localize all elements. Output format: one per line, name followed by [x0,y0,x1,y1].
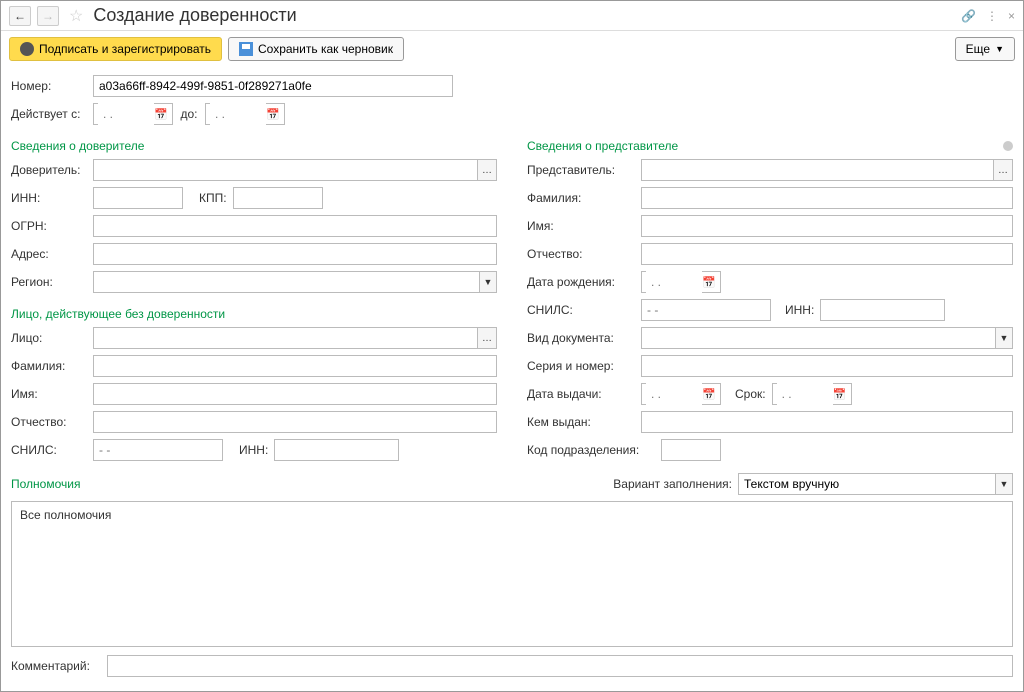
inn-input[interactable] [93,187,183,209]
valid-to-date[interactable]: 📅 [205,103,285,125]
chevron-down-icon: ▼ [995,44,1004,54]
rep-firstname-label: Имя: [527,219,635,233]
region-input[interactable] [93,271,479,293]
calendar-icon[interactable]: 📅 [702,388,716,401]
valid-from-date[interactable]: 📅 [93,103,173,125]
representative-section-header: Сведения о представителе [527,131,1013,159]
close-icon[interactable]: × [1008,9,1015,23]
issued-by-label: Кем выдан: [527,415,635,429]
snils-input[interactable] [93,439,223,461]
toolbar: Подписать и зарегистрировать Сохранить к… [1,31,1023,67]
person-lookup-button[interactable]: … [477,327,497,349]
doctype-input[interactable] [641,327,995,349]
firstname-label: Имя: [11,387,87,401]
more-button[interactable]: Еще ▼ [955,37,1015,61]
calendar-icon[interactable]: 📅 [154,108,168,121]
term-input[interactable]: 📅 [772,383,852,405]
sign-register-button[interactable]: Подписать и зарегистрировать [9,37,222,61]
principal-section-header: Сведения о доверителе [11,131,497,159]
fill-variant-label: Вариант заполнения: [613,477,732,491]
person-input[interactable] [93,327,477,349]
rep-label: Представитель: [527,163,635,177]
menu-icon[interactable]: ⋮ [986,9,998,23]
inn2-label: ИНН: [239,443,268,457]
valid-from-label: Действует с: [11,107,87,121]
rep-inn-input[interactable] [820,299,945,321]
address-input[interactable] [93,243,497,265]
series-num-label: Серия и номер: [527,359,635,373]
calendar-icon[interactable]: 📅 [702,276,716,289]
rep-inn-label: ИНН: [785,303,814,317]
back-button[interactable]: ← [9,6,31,26]
snils-label: СНИЛС: [11,443,87,457]
region-dropdown-button[interactable]: ▼ [479,271,497,293]
term-label: Срок: [735,387,766,401]
rep-snils-input[interactable] [641,299,771,321]
titlebar: ← → ☆ Создание доверенности 🔗 ⋮ × [1,1,1023,31]
rep-snils-label: СНИЛС: [527,303,635,317]
to-label: до: [179,107,199,121]
region-label: Регион: [11,275,87,289]
middlename-input[interactable] [93,411,497,433]
inn2-input[interactable] [274,439,399,461]
link-icon[interactable]: 🔗 [961,9,976,23]
lastname-label: Фамилия: [11,359,87,373]
middlename-label: Отчество: [11,415,87,429]
doctype-dropdown-button[interactable]: ▼ [995,327,1013,349]
number-label: Номер: [11,79,87,93]
birthdate-input[interactable]: 📅 [641,271,721,293]
kpp-input[interactable] [233,187,323,209]
person-label: Лицо: [11,331,87,345]
ogrn-input[interactable] [93,215,497,237]
issue-date-label: Дата выдачи: [527,387,635,401]
rep-lookup-button[interactable]: … [993,159,1013,181]
principal-input[interactable] [93,159,477,181]
comment-label: Комментарий: [11,659,101,673]
calendar-icon[interactable]: 📅 [833,388,847,401]
powers-textarea[interactable]: Все полномочия [11,501,1013,647]
dept-code-label: Код подразделения: [527,443,655,457]
dept-code-input[interactable] [661,439,721,461]
address-label: Адрес: [11,247,87,261]
forward-button[interactable]: → [37,6,59,26]
doctype-label: Вид документа: [527,331,635,345]
principal-label: Доверитель: [11,163,87,177]
fill-variant-dropdown-button[interactable]: ▼ [995,473,1013,495]
page-title: Создание доверенности [93,5,955,26]
issued-by-input[interactable] [641,411,1013,433]
birthdate-label: Дата рождения: [527,275,635,289]
stamp-icon [20,42,34,56]
principal-lookup-button[interactable]: … [477,159,497,181]
fill-variant-input[interactable] [738,473,995,495]
rep-firstname-input[interactable] [641,215,1013,237]
status-dot-icon [1003,141,1013,151]
powers-section-header: Полномочия [11,477,80,491]
star-icon[interactable]: ☆ [69,6,83,26]
rep-middlename-input[interactable] [641,243,1013,265]
inn-label: ИНН: [11,191,87,205]
disk-icon [239,42,253,56]
firstname-input[interactable] [93,383,497,405]
rep-lastname-input[interactable] [641,187,1013,209]
kpp-label: КПП: [199,191,227,205]
rep-lastname-label: Фамилия: [527,191,635,205]
rep-input[interactable] [641,159,993,181]
calendar-icon[interactable]: 📅 [266,108,280,121]
series-num-input[interactable] [641,355,1013,377]
number-input[interactable] [93,75,453,97]
save-draft-button[interactable]: Сохранить как черновик [228,37,404,61]
person-section-header: Лицо, действующее без доверенности [11,299,497,327]
comment-input[interactable] [107,655,1013,677]
rep-middlename-label: Отчество: [527,247,635,261]
issue-date-input[interactable]: 📅 [641,383,721,405]
lastname-input[interactable] [93,355,497,377]
ogrn-label: ОГРН: [11,219,87,233]
